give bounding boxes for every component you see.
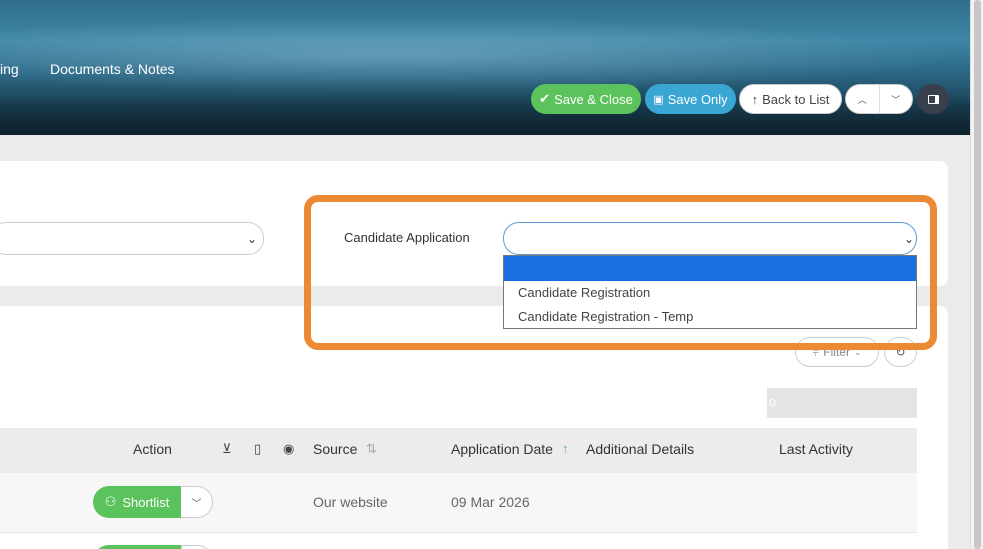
source-cell: Our website [313,494,388,510]
left-select-field[interactable]: ⌄ [0,222,264,255]
column-header-application-date[interactable]: Application Date [451,441,553,457]
column-header-action: Action [133,441,172,457]
page-header-banner: ing Documents & Notes [0,0,970,135]
record-nav-group: ︿ ﹀ [845,84,913,114]
document-icon[interactable]: ▯ [254,441,261,457]
shortlist-label: Shortlist [122,494,170,510]
shortlist-button-next-row[interactable] [93,545,181,549]
shortlist-dropdown-toggle[interactable]: ﹀ [181,486,213,518]
sidebar-panel-icon [927,94,939,104]
record-count-box: 0 [767,388,917,418]
sort-ascending-icon[interactable]: ↑ [562,441,569,456]
window-scrollbar[interactable] [970,0,983,549]
chevron-down-icon: ⌄ [246,232,257,246]
chevron-down-icon[interactable]: ﹀ [880,85,913,113]
floppy-disk-icon: ▣ [653,93,664,106]
user-check-icon: ⚇ [104,494,117,509]
arrow-up-icon: ↑ [751,91,759,107]
highlight-annotation-box [304,195,937,350]
back-to-list-button[interactable]: ↑ Back to List [739,84,842,114]
column-header-last-activity: Last Activity [779,441,853,457]
save-only-button[interactable]: ▣ Save Only [645,84,736,114]
shortlist-button[interactable]: ⚇ Shortlist [93,486,181,518]
download-icon[interactable]: ⊻ [222,441,232,457]
save-only-label: Save Only [667,91,728,107]
column-header-additional-details: Additional Details [586,441,695,457]
sort-icon[interactable]: ⇅ [366,441,377,457]
back-to-list-label: Back to List [762,91,830,107]
toggle-panel-button[interactable] [917,84,949,114]
save-close-button[interactable]: ✔ Save & Close [531,84,641,114]
check-icon: ✔ [539,91,551,106]
column-header-source[interactable]: Source [313,441,357,457]
scrollbar-thumb[interactable] [974,0,981,549]
tab-documents-notes[interactable]: Documents & Notes [50,61,175,77]
save-close-label: Save & Close [554,91,633,107]
chevron-down-icon: ﹀ [191,498,202,510]
application-date-cell: 09 Mar 2026 [451,494,530,510]
chevron-up-icon[interactable]: ︿ [846,85,880,113]
eye-icon[interactable]: ◉ [283,441,294,457]
tab-partial[interactable]: ing [0,61,19,77]
